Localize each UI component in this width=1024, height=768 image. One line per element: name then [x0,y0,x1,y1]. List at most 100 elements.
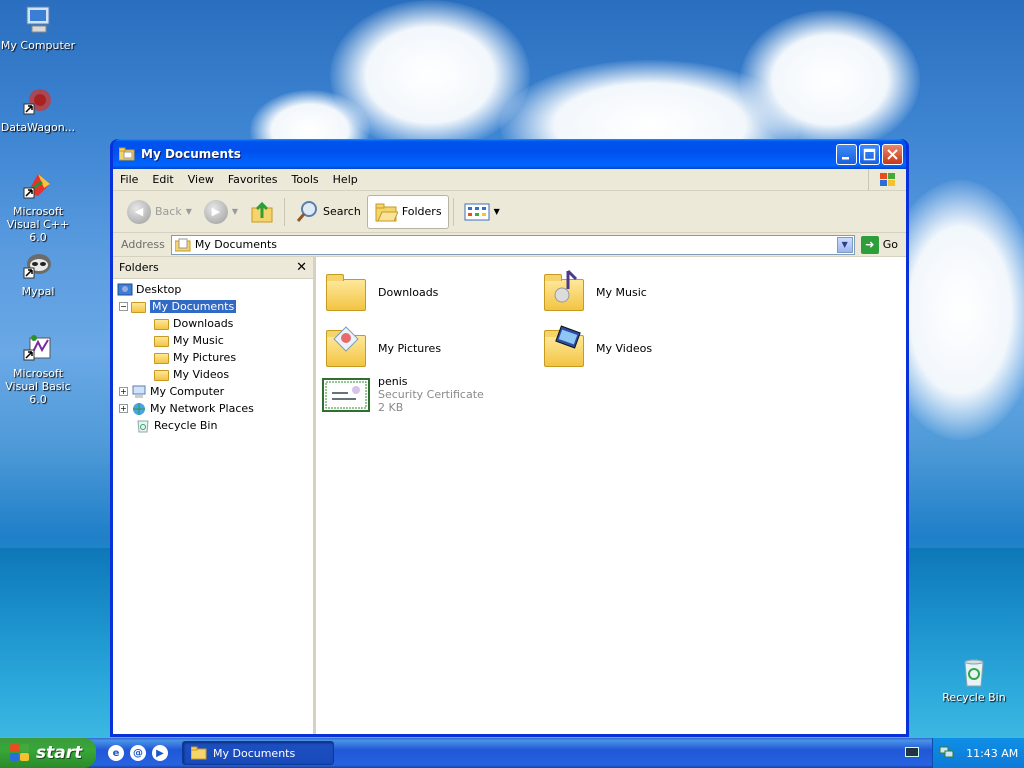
maximize-button[interactable] [859,143,880,165]
cloud [740,10,920,150]
tree-item-downloads[interactable]: Downloads [113,315,313,332]
tree-item-label: Desktop [136,283,182,296]
internet-explorer-icon[interactable]: e [108,745,124,761]
tree-item-my-pictures[interactable]: My Pictures [113,349,313,366]
menu-edit[interactable]: Edit [145,173,180,186]
start-label: start [36,743,83,763]
menu-file[interactable]: File [113,173,145,186]
search-icon [296,200,318,222]
window-title: My Documents [141,147,241,161]
close-icon[interactable]: ✕ [296,260,307,275]
music-folder-icon [154,334,170,348]
folder-icon [324,269,370,315]
menu-view[interactable]: View [181,173,221,186]
tree-item-my-videos[interactable]: My Videos [113,366,313,383]
title-bar[interactable]: My Documents [113,139,906,169]
videos-folder-icon [542,325,588,371]
desktop-icon-mypal[interactable]: Mypal [0,250,78,298]
toolbar: ◀ Back ▼ ▶ ▼ Search Folders ▼ [113,191,906,233]
views-icon [464,203,490,220]
chevron-down-icon: ▼ [231,207,239,216]
collapse-icon[interactable]: − [119,302,128,311]
address-value: My Documents [194,238,278,251]
address-dropdown-button[interactable]: ▼ [836,236,853,253]
folders-button[interactable]: Folders [366,194,449,229]
toolbar-separator [284,197,286,226]
mypal-icon [22,250,54,282]
folders-pane-title: Folders [119,261,159,274]
back-button[interactable]: ◀ Back ▼ [121,195,198,229]
address-label: Address [121,238,165,251]
menu-tools[interactable]: Tools [285,173,326,186]
desktop-icon-datawagon[interactable]: DataWagon... [0,86,78,134]
start-button[interactable]: start [0,738,96,768]
minimize-button[interactable] [836,143,857,165]
folder-icon [154,317,170,331]
explorer-window: My Documents File Edit View Favorites To… [110,139,909,737]
file-item-downloads[interactable]: Downloads [324,269,438,315]
desktop-icon-label: My Computer [0,39,76,52]
address-input[interactable]: My Documents ▼ [170,234,855,255]
tree-item-my-documents[interactable]: − My Documents [113,298,313,315]
folders-pane: Folders ✕ Desktop − My Documents Downloa… [113,257,316,734]
folder-tree: Desktop − My Documents Downloads My Musi… [113,279,313,434]
folders-icon [375,203,398,221]
pictures-folder-icon [324,325,370,371]
tree-item-desktop[interactable]: Desktop [113,281,313,298]
outlook-express-icon[interactable]: @ [130,745,146,761]
desktop-icon-visual-cpp[interactable]: Microsoft Visual C++ 6.0 [0,170,78,244]
up-button[interactable] [244,195,280,229]
visual-cpp-icon [22,170,54,202]
recycle-bin-icon [135,419,151,433]
keyboard-icon[interactable] [905,747,919,757]
tree-item-my-music[interactable]: My Music [113,332,313,349]
tree-item-label: Downloads [173,317,234,330]
back-arrow-icon: ◀ [127,199,151,224]
taskbar-button-my-documents[interactable]: My Documents [182,741,334,765]
address-bar: Address My Documents ▼ ➜ Go [113,233,906,257]
expand-icon[interactable]: + [119,387,128,396]
menu-help[interactable]: Help [326,173,365,186]
quick-launch: e @ ▶ [108,745,168,761]
system-tray: 11:43 AM [932,738,1024,768]
desktop-icon-recycle-bin[interactable]: Recycle Bin [934,656,1014,704]
menu-bar: File Edit View Favorites Tools Help [113,168,906,191]
close-button[interactable] [882,143,903,165]
recycle-bin-icon [958,656,990,688]
file-item-name: penis [378,375,408,388]
file-item-name: Downloads [378,285,439,299]
menu-favorites[interactable]: Favorites [221,173,285,186]
datawagon-icon [22,86,54,118]
clock[interactable]: 11:43 AM [966,747,1018,760]
expand-icon[interactable]: + [119,404,128,413]
tree-item-my-computer[interactable]: + My Computer [113,383,313,400]
go-arrow-icon: ➜ [860,235,879,254]
computer-icon [131,385,147,399]
desktop-icon-label: DataWagon... [0,121,76,134]
desktop-icon-my-computer[interactable]: My Computer [0,4,78,52]
network-icon [131,402,147,416]
windows-logo-icon [868,168,906,191]
search-button[interactable]: Search [289,195,367,229]
file-item-my-videos[interactable]: My Videos [542,325,652,371]
file-item-name: My Videos [596,341,653,355]
folder-up-icon [251,201,273,222]
taskbar: start e @ ▶ My Documents 11:43 AM [0,738,1024,768]
file-item-certificate[interactable]: penis Security Certificate 2 KB [322,375,484,415]
file-item-my-pictures[interactable]: My Pictures [324,325,441,371]
tree-item-label: My Network Places [150,402,254,415]
file-item-my-music[interactable]: My Music [542,269,647,315]
desktop-icon-label: Microsoft Visual C++ 6.0 [6,205,70,244]
network-tray-icon[interactable] [939,745,955,762]
desktop-icon-visual-basic[interactable]: Microsoft Visual Basic 6.0 [0,332,78,406]
views-button[interactable]: ▼ [458,195,506,229]
search-label: Search [323,205,361,218]
task-label: My Documents [213,746,296,760]
go-button[interactable]: ➜ Go [855,235,906,254]
folder-icon [119,147,135,161]
tree-item-recycle-bin[interactable]: Recycle Bin [113,417,313,434]
media-player-icon[interactable]: ▶ [152,745,168,761]
folders-label: Folders [401,205,442,218]
forward-button[interactable]: ▶ ▼ [198,195,244,229]
tree-item-my-network-places[interactable]: + My Network Places [113,400,313,417]
